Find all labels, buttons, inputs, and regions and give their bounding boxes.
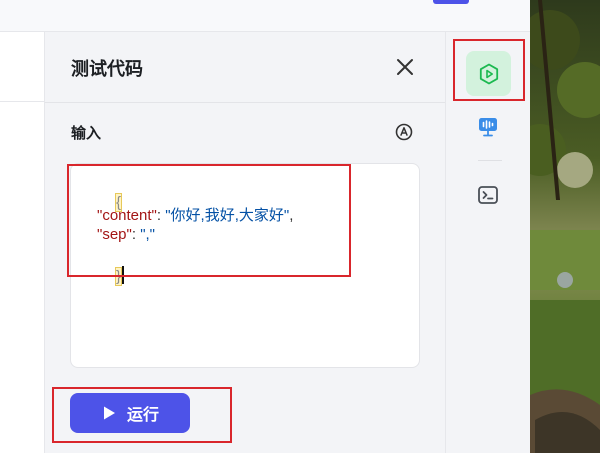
panel-divider <box>45 102 445 103</box>
panel-title: 测试代码 <box>71 59 143 80</box>
play-icon <box>103 406 115 420</box>
background-photo <box>530 0 600 453</box>
test-code-panel: 测试代码 输入 { "content": "你好,我好,大家好", "sep":… <box>45 32 445 453</box>
text-caret <box>122 266 125 284</box>
json-input-editor[interactable]: { "content": "你好,我好,大家好", "sep": "," } <box>70 163 420 368</box>
sep-key: "sep" <box>97 226 132 243</box>
monitor-button[interactable] <box>468 107 508 147</box>
content-comma: , <box>289 207 294 224</box>
run-button[interactable]: 运行 <box>70 393 190 433</box>
editor-line-2: "content": "你好,我好,大家好", <box>97 204 293 225</box>
editor-line-4: } <box>91 249 125 302</box>
left-pane-divider <box>0 101 45 102</box>
landscape-image <box>530 0 600 453</box>
terminal-button[interactable] <box>468 175 508 215</box>
content-value: "你好,我好,大家好" <box>165 207 290 224</box>
run-test-button[interactable] <box>466 51 511 96</box>
terminal-icon <box>478 186 498 204</box>
top-bar-button-edge[interactable] <box>433 0 469 4</box>
close-brace: } <box>115 267 123 286</box>
close-icon[interactable] <box>393 55 417 79</box>
left-pane <box>0 0 45 453</box>
monitor-icon <box>479 118 497 137</box>
ai-format-icon[interactable] <box>395 123 413 141</box>
sep-value: "," <box>140 226 156 243</box>
sidebar-divider <box>478 160 502 161</box>
right-sidebar <box>445 32 530 453</box>
run-test-icon <box>479 63 498 84</box>
input-label: 输入 <box>71 124 102 142</box>
content-colon: : <box>156 207 166 224</box>
content-key: "content" <box>97 207 157 224</box>
sep-colon: : <box>131 226 141 243</box>
run-button-label: 运行 <box>126 405 159 424</box>
top-bar <box>0 0 530 32</box>
editor-line-3: "sep": "," <box>97 226 155 243</box>
